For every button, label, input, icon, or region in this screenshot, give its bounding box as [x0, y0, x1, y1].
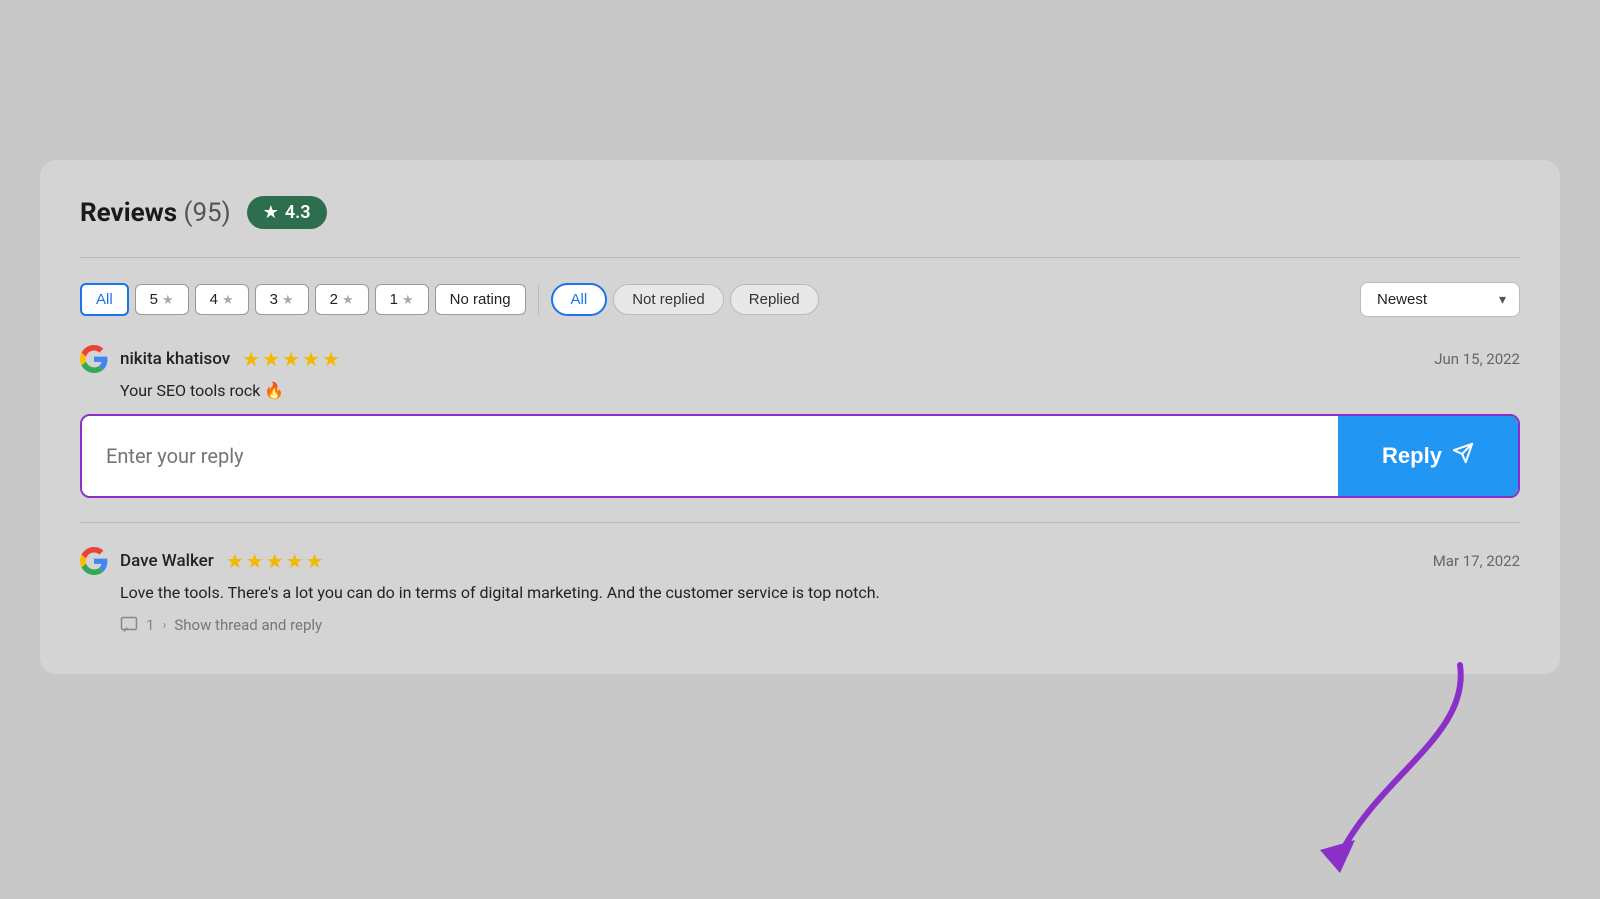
sort-select[interactable]: Newest Oldest Highest rated Lowest rated [1360, 282, 1520, 317]
filter-replied-label: Replied [749, 291, 800, 308]
filter-1-star-icon: ★ [402, 292, 414, 308]
reviews-title: Reviews (95) [80, 198, 231, 228]
reply-button-label: Reply [1382, 443, 1442, 469]
rating-badge: ★ 4.3 [247, 196, 327, 229]
header-divider [80, 257, 1520, 258]
filter-divider [538, 285, 539, 315]
thread-arrow-icon: › [162, 618, 166, 633]
star-1: ★ [242, 347, 260, 371]
star-4: ★ [302, 347, 320, 371]
filter-2-stars[interactable]: 2 ★ [315, 284, 369, 315]
filter-5-star-icon: ★ [162, 292, 174, 308]
reviewer-2-stars: ★ ★ ★ ★ ★ [226, 549, 324, 573]
review-item-1: nikita khatisov ★ ★ ★ ★ ★ Jun 15, 2022 Y… [80, 345, 1520, 498]
reviewer-2-info: Dave Walker ★ ★ ★ ★ ★ [80, 547, 324, 575]
star-2: ★ [262, 347, 280, 371]
review-1-date: Jun 15, 2022 [1434, 350, 1520, 368]
reviewer-1-info: nikita khatisov ★ ★ ★ ★ ★ [80, 345, 340, 373]
review-2-header: Dave Walker ★ ★ ★ ★ ★ Mar 17, 2022 [80, 547, 1520, 575]
reply-button[interactable]: Reply [1338, 416, 1518, 496]
rating-star-icon: ★ [263, 202, 279, 223]
title-text: Reviews [80, 198, 177, 228]
filter-5-label: 5 [150, 291, 158, 308]
show-thread-label: Show thread and reply [174, 616, 322, 634]
filter-4-label: 4 [210, 291, 218, 308]
reply-input[interactable] [82, 416, 1338, 496]
reviews-count: (95) [184, 198, 231, 228]
star-2-1: ★ [226, 549, 244, 573]
filter-not-replied-label: Not replied [632, 291, 705, 308]
filter-3-star-icon: ★ [282, 292, 294, 308]
reviews-section: nikita khatisov ★ ★ ★ ★ ★ Jun 15, 2022 Y… [80, 345, 1520, 634]
arrow-annotation [1280, 655, 1500, 899]
google-icon [80, 345, 108, 373]
review-1-text: Your SEO tools rock 🔥 [120, 381, 1520, 400]
filter-3-stars[interactable]: 3 ★ [255, 284, 309, 315]
filter-5-stars[interactable]: 5 ★ [135, 284, 189, 315]
filter-all-stars[interactable]: All [80, 283, 129, 316]
filter-2-star-icon: ★ [342, 292, 354, 308]
filter-all-replies[interactable]: All [551, 283, 608, 316]
filter-1-star[interactable]: 1 ★ [375, 284, 429, 315]
filter-4-star-icon: ★ [222, 292, 234, 308]
google-icon-2 [80, 547, 108, 575]
reviews-header: Reviews (95) ★ 4.3 [80, 196, 1520, 229]
review-2-text: Love the tools. There's a lot you can do… [120, 583, 1520, 602]
star-2-5: ★ [306, 549, 324, 573]
thread-count: 1 [146, 616, 154, 634]
reply-area: Reply [80, 414, 1520, 498]
filter-4-stars[interactable]: 4 ★ [195, 284, 249, 315]
rating-value: 4.3 [285, 202, 311, 223]
filter-replied[interactable]: Replied [730, 284, 819, 315]
review-separator [80, 522, 1520, 523]
review-1-header: nikita khatisov ★ ★ ★ ★ ★ Jun 15, 2022 [80, 345, 1520, 373]
reviewer-1-name: nikita khatisov [120, 349, 230, 369]
reviewer-1-stars: ★ ★ ★ ★ ★ [242, 347, 340, 371]
review-item-2: Dave Walker ★ ★ ★ ★ ★ Mar 17, 2022 Love … [80, 547, 1520, 634]
review-2-date: Mar 17, 2022 [1433, 552, 1520, 570]
filter-no-rating-label: No rating [450, 291, 511, 308]
star-2-2: ★ [246, 549, 264, 573]
filter-not-replied[interactable]: Not replied [613, 284, 724, 315]
filter-all-replies-label: All [571, 291, 588, 308]
filter-3-label: 3 [270, 291, 278, 308]
send-icon [1452, 442, 1474, 470]
reviews-panel: Reviews (95) ★ 4.3 All 5 ★ 4 ★ 3 ★ 2 ★ [40, 160, 1560, 674]
sort-dropdown-wrapper: Newest Oldest Highest rated Lowest rated… [1360, 282, 1520, 317]
filter-no-rating[interactable]: No rating [435, 284, 526, 315]
filter-1-label: 1 [390, 291, 398, 308]
reviewer-2-name: Dave Walker [120, 551, 214, 571]
star-3: ★ [282, 347, 300, 371]
star-5: ★ [322, 347, 340, 371]
filter-2-label: 2 [330, 291, 338, 308]
filter-all-stars-label: All [96, 291, 113, 308]
star-2-4: ★ [286, 549, 304, 573]
star-2-3: ★ [266, 549, 284, 573]
show-thread-link[interactable]: 1 › Show thread and reply [120, 616, 1520, 634]
filter-bar: All 5 ★ 4 ★ 3 ★ 2 ★ 1 ★ No rating All [80, 282, 1520, 317]
comment-icon [120, 616, 138, 634]
